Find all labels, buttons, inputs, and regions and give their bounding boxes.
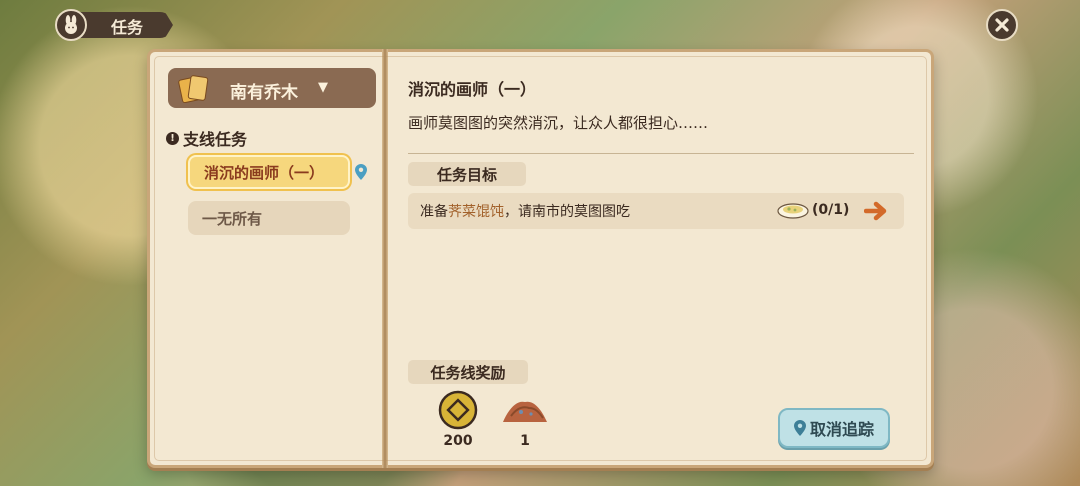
close-button[interactable] <box>986 9 1018 41</box>
reward-amount: 1 <box>520 433 530 449</box>
quest-description: 画师莫图图的突然消沉，让众人都很担心…… <box>408 114 709 132</box>
reward-coin[interactable]: 200 <box>433 389 483 449</box>
window-title-tag: 任务 <box>55 9 175 41</box>
quest-book-panel: 南有乔木 ▼ ! 支线任务 消沉的画师（一） 一无所有 消沉的画师（一） 画师莫… <box>147 49 934 468</box>
rabbit-icon <box>55 9 87 41</box>
coin-icon <box>438 390 478 430</box>
npc-selector[interactable]: 南有乔木 ▼ <box>168 68 376 108</box>
untrack-button[interactable]: 取消追踪 <box>778 408 890 448</box>
goal-progress: (0/1) <box>812 202 850 218</box>
npc-name: 南有乔木 <box>230 83 298 103</box>
quest-item-label: 消沉的画师（一） <box>204 163 325 182</box>
quest-title: 消沉的画师（一） <box>408 80 537 99</box>
location-pin-icon <box>793 420 806 436</box>
reward-amount: 200 <box>443 433 473 449</box>
close-icon <box>995 18 1009 32</box>
window-title: 任务 <box>111 18 144 37</box>
reward-heading: 任务线奖励 <box>408 360 528 384</box>
section-title: 支线任务 <box>183 130 248 149</box>
exclamation-icon: ! <box>166 131 179 145</box>
reward-ore[interactable]: 1 <box>500 389 550 449</box>
quest-item-label: 一无所有 <box>202 209 263 228</box>
divider <box>408 153 914 154</box>
goal-heading: 任务目标 <box>408 162 526 186</box>
location-pin-icon <box>355 164 367 184</box>
goal-item-name: 荠菜馄饨 <box>448 204 504 220</box>
quest-item[interactable]: 一无所有 <box>188 201 350 235</box>
goal-text: 准备荠菜馄饨，请南市的莫图图吃 <box>420 204 630 220</box>
cards-icon <box>177 74 209 104</box>
quest-section-label: ! 支线任务 <box>166 126 247 150</box>
untrack-label: 取消追踪 <box>809 420 874 439</box>
ore-pile-icon <box>503 401 547 422</box>
book-spine <box>382 49 388 468</box>
triangle-down-icon: ▼ <box>318 80 328 95</box>
quest-item-active[interactable]: 消沉的画师（一） <box>188 155 350 189</box>
goal-row[interactable]: 准备荠菜馄饨，请南市的莫图图吃 (0/1) <box>408 193 904 229</box>
dumpling-dish-icon <box>777 200 809 224</box>
arrow-right-icon[interactable] <box>863 200 890 226</box>
